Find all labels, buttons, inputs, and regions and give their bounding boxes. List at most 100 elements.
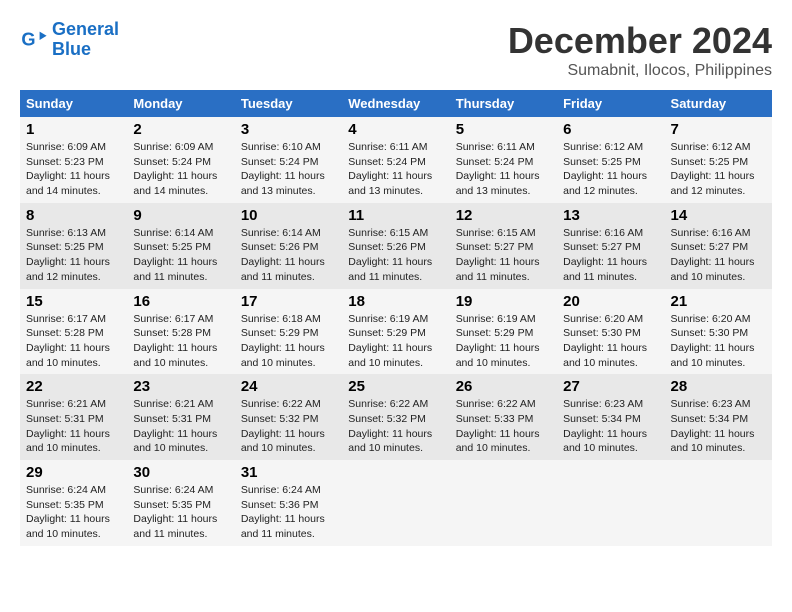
day-number: 19: [456, 293, 551, 310]
day-info: Sunrise: 6:12 AMSunset: 5:25 PMDaylight:…: [563, 140, 658, 199]
calendar-cell: 7 Sunrise: 6:12 AMSunset: 5:25 PMDaylight…: [665, 117, 772, 203]
calendar-cell: [557, 460, 664, 546]
calendar-cell: 28 Sunrise: 6:23 AMSunset: 5:34 PMDayligh…: [665, 374, 772, 460]
day-number: 10: [241, 207, 336, 224]
day-info: Sunrise: 6:09 AMSunset: 5:23 PMDaylight:…: [26, 140, 121, 199]
calendar-cell: [665, 460, 772, 546]
day-number: 6: [563, 121, 658, 138]
day-info: Sunrise: 6:24 AMSunset: 5:35 PMDaylight:…: [133, 483, 228, 542]
day-number: 7: [671, 121, 766, 138]
day-info: Sunrise: 6:22 AMSunset: 5:32 PMDaylight:…: [241, 397, 336, 456]
calendar-cell: 27Sunrise: 6:23 AMSunset: 5:34 PMDayligh…: [557, 374, 664, 460]
calendar-cell: 2Sunrise: 6:09 AMSunset: 5:24 PMDaylight…: [127, 117, 234, 203]
calendar-cell: [342, 460, 449, 546]
logo-icon: G: [20, 26, 48, 54]
day-number: 28: [671, 378, 766, 395]
day-info: Sunrise: 6:14 AMSunset: 5:25 PMDaylight:…: [133, 226, 228, 285]
day-info: Sunrise: 6:20 AMSunset: 5:30 PMDaylight:…: [563, 312, 658, 371]
logo-text: General Blue: [52, 20, 119, 60]
day-info: Sunrise: 6:20 AMSunset: 5:30 PMDaylight:…: [671, 312, 766, 371]
calendar-cell: 20Sunrise: 6:20 AMSunset: 5:30 PMDayligh…: [557, 289, 664, 375]
day-number: 11: [348, 207, 443, 224]
calendar-cell: 23 Sunrise: 6:21 AMSunset: 5:31 PMDayligh…: [127, 374, 234, 460]
calendar-cell: [450, 460, 557, 546]
calendar-cell: 10 Sunrise: 6:14 AMSunset: 5:26 PMDayligh…: [235, 203, 342, 289]
calendar-cell: 22Sunrise: 6:21 AMSunset: 5:31 PMDayligh…: [20, 374, 127, 460]
calendar-cell: 21 Sunrise: 6:20 AMSunset: 5:30 PMDayligh…: [665, 289, 772, 375]
location-title: Sumabnit, Ilocos, Philippines: [508, 62, 772, 80]
day-number: 15: [26, 293, 121, 310]
day-info: Sunrise: 6:11 AMSunset: 5:24 PMDaylight:…: [456, 140, 551, 199]
svg-text:G: G: [21, 29, 35, 49]
calendar-cell: 29 Sunrise: 6:24 AMSunset: 5:35 PMDayligh…: [20, 460, 127, 546]
calendar-cell: 6 Sunrise: 6:12 AMSunset: 5:25 PMDaylight…: [557, 117, 664, 203]
day-info: Sunrise: 6:24 AMSunset: 5:35 PMDaylight:…: [26, 483, 121, 542]
day-number: 31: [241, 464, 336, 481]
day-number: 12: [456, 207, 551, 224]
day-info: Sunrise: 6:22 AMSunset: 5:32 PMDaylight:…: [348, 397, 443, 456]
day-number: 21: [671, 293, 766, 310]
calendar-cell: 4 Sunrise: 6:11 AMSunset: 5:24 PMDaylight…: [342, 117, 449, 203]
day-number: 17: [241, 293, 336, 310]
calendar-cell: 8Sunrise: 6:13 AMSunset: 5:25 PMDaylight…: [20, 203, 127, 289]
day-number: 25: [348, 378, 443, 395]
calendar-cell: 14Sunrise: 6:16 AMSunset: 5:27 PMDayligh…: [665, 203, 772, 289]
day-info: Sunrise: 6:23 AMSunset: 5:34 PMDaylight:…: [671, 397, 766, 456]
calendar-week-row: 1 Sunrise: 6:09 AMSunset: 5:23 PMDaylight…: [20, 117, 772, 203]
month-title: December 2024: [508, 20, 772, 62]
weekday-header: Wednesday: [342, 90, 449, 117]
weekday-header: Monday: [127, 90, 234, 117]
day-number: 27: [563, 378, 658, 395]
day-number: 1: [26, 121, 121, 138]
weekday-header: Thursday: [450, 90, 557, 117]
calendar-cell: 12 Sunrise: 6:15 AMSunset: 5:27 PMDayligh…: [450, 203, 557, 289]
day-number: 14: [671, 207, 766, 224]
day-info: Sunrise: 6:11 AMSunset: 5:24 PMDaylight:…: [348, 140, 443, 199]
calendar-cell: 31Sunrise: 6:24 AMSunset: 5:36 PMDayligh…: [235, 460, 342, 546]
calendar-week-row: 22Sunrise: 6:21 AMSunset: 5:31 PMDayligh…: [20, 374, 772, 460]
calendar-cell: 11Sunrise: 6:15 AMSunset: 5:26 PMDayligh…: [342, 203, 449, 289]
day-info: Sunrise: 6:19 AMSunset: 5:29 PMDaylight:…: [348, 312, 443, 371]
weekday-header: Saturday: [665, 90, 772, 117]
day-info: Sunrise: 6:17 AMSunset: 5:28 PMDaylight:…: [26, 312, 121, 371]
day-info: Sunrise: 6:21 AMSunset: 5:31 PMDaylight:…: [133, 397, 228, 456]
day-number: 29: [26, 464, 121, 481]
day-info: Sunrise: 6:22 AMSunset: 5:33 PMDaylight:…: [456, 397, 551, 456]
calendar-table: SundayMondayTuesdayWednesdayThursdayFrid…: [20, 90, 772, 546]
calendar-cell: 16Sunrise: 6:17 AMSunset: 5:28 PMDayligh…: [127, 289, 234, 375]
calendar-cell: 3 Sunrise: 6:10 AMSunset: 5:24 PMDaylight…: [235, 117, 342, 203]
calendar-week-row: 15 Sunrise: 6:17 AMSunset: 5:28 PMDayligh…: [20, 289, 772, 375]
day-info: Sunrise: 6:19 AMSunset: 5:29 PMDaylight:…: [456, 312, 551, 371]
calendar-cell: 25 Sunrise: 6:22 AMSunset: 5:32 PMDayligh…: [342, 374, 449, 460]
calendar-cell: 17 Sunrise: 6:18 AMSunset: 5:29 PMDayligh…: [235, 289, 342, 375]
day-number: 26: [456, 378, 551, 395]
weekday-header-row: SundayMondayTuesdayWednesdayThursdayFrid…: [20, 90, 772, 117]
day-number: 24: [241, 378, 336, 395]
weekday-header: Sunday: [20, 90, 127, 117]
day-info: Sunrise: 6:14 AMSunset: 5:26 PMDaylight:…: [241, 226, 336, 285]
day-number: 16: [133, 293, 228, 310]
calendar-cell: 1 Sunrise: 6:09 AMSunset: 5:23 PMDaylight…: [20, 117, 127, 203]
calendar-cell: 5 Sunrise: 6:11 AMSunset: 5:24 PMDaylight…: [450, 117, 557, 203]
calendar-cell: 9 Sunrise: 6:14 AMSunset: 5:25 PMDaylight…: [127, 203, 234, 289]
day-info: Sunrise: 6:13 AMSunset: 5:25 PMDaylight:…: [26, 226, 121, 285]
calendar-cell: 15 Sunrise: 6:17 AMSunset: 5:28 PMDayligh…: [20, 289, 127, 375]
calendar-cell: 24 Sunrise: 6:22 AMSunset: 5:32 PMDayligh…: [235, 374, 342, 460]
day-info: Sunrise: 6:12 AMSunset: 5:25 PMDaylight:…: [671, 140, 766, 199]
day-number: 3: [241, 121, 336, 138]
calendar-cell: 30Sunrise: 6:24 AMSunset: 5:35 PMDayligh…: [127, 460, 234, 546]
day-info: Sunrise: 6:10 AMSunset: 5:24 PMDaylight:…: [241, 140, 336, 199]
weekday-header: Tuesday: [235, 90, 342, 117]
day-number: 18: [348, 293, 443, 310]
logo: G General Blue: [20, 20, 119, 60]
day-number: 5: [456, 121, 551, 138]
day-number: 23: [133, 378, 228, 395]
day-info: Sunrise: 6:16 AMSunset: 5:27 PMDaylight:…: [563, 226, 658, 285]
calendar-cell: 19 Sunrise: 6:19 AMSunset: 5:29 PMDayligh…: [450, 289, 557, 375]
day-number: 9: [133, 207, 228, 224]
day-info: Sunrise: 6:18 AMSunset: 5:29 PMDaylight:…: [241, 312, 336, 371]
title-area: December 2024 Sumabnit, Ilocos, Philippi…: [508, 20, 772, 80]
calendar-cell: 18 Sunrise: 6:19 AMSunset: 5:29 PMDayligh…: [342, 289, 449, 375]
day-info: Sunrise: 6:15 AMSunset: 5:27 PMDaylight:…: [456, 226, 551, 285]
day-number: 4: [348, 121, 443, 138]
